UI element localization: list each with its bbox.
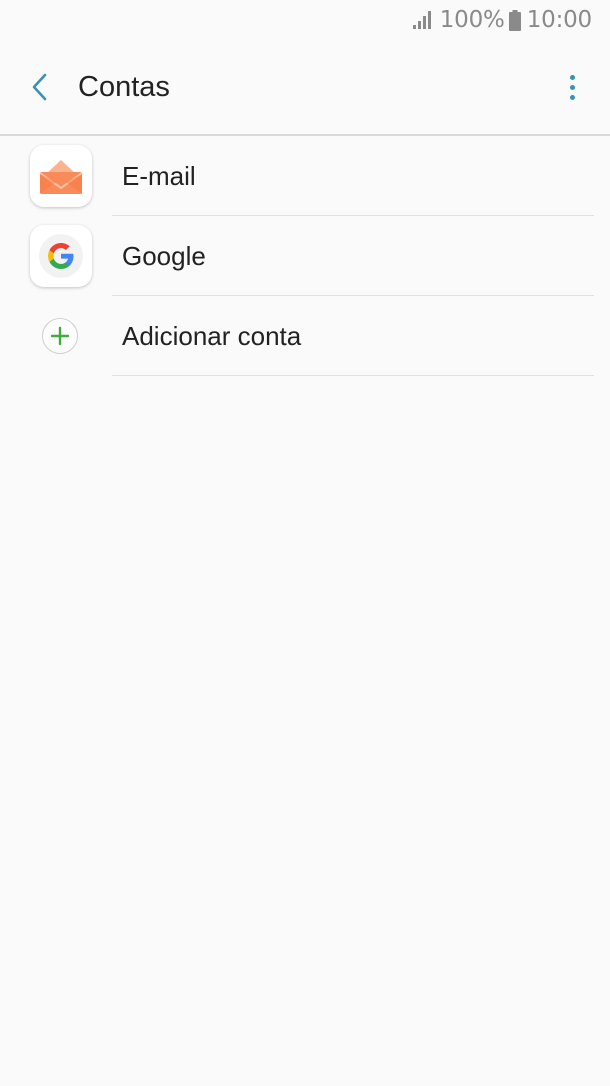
email-envelope-icon — [30, 145, 92, 207]
more-vert-dot — [569, 94, 575, 100]
list-item-label: E-mail — [122, 160, 196, 191]
list-item-google[interactable]: Google — [0, 216, 610, 296]
list-item-add-account[interactable]: Adicionar conta — [0, 296, 610, 376]
app-bar: Contas — [0, 40, 610, 136]
list-item-label: Google — [122, 240, 206, 271]
page-title: Contas — [78, 70, 170, 103]
more-vert-icon — [569, 74, 575, 80]
list-item-label: Adicionar conta — [122, 320, 302, 351]
clock: 10:00 — [526, 7, 592, 33]
account-list: E-mail Google Adicionar conta — [0, 136, 610, 376]
signal-strength-icon — [412, 10, 434, 30]
battery-percent: 100% — [439, 7, 505, 33]
chevron-left-icon — [32, 73, 47, 101]
back-button[interactable] — [18, 65, 62, 109]
status-bar: 100% 10:00 — [0, 0, 610, 40]
google-g-icon — [30, 225, 92, 287]
list-item-email[interactable]: E-mail — [0, 136, 610, 216]
battery-icon — [508, 9, 521, 31]
add-plus-icon — [42, 318, 78, 354]
divider — [112, 375, 594, 376]
more-options-button[interactable] — [562, 65, 582, 109]
more-vert-dot — [569, 84, 575, 90]
